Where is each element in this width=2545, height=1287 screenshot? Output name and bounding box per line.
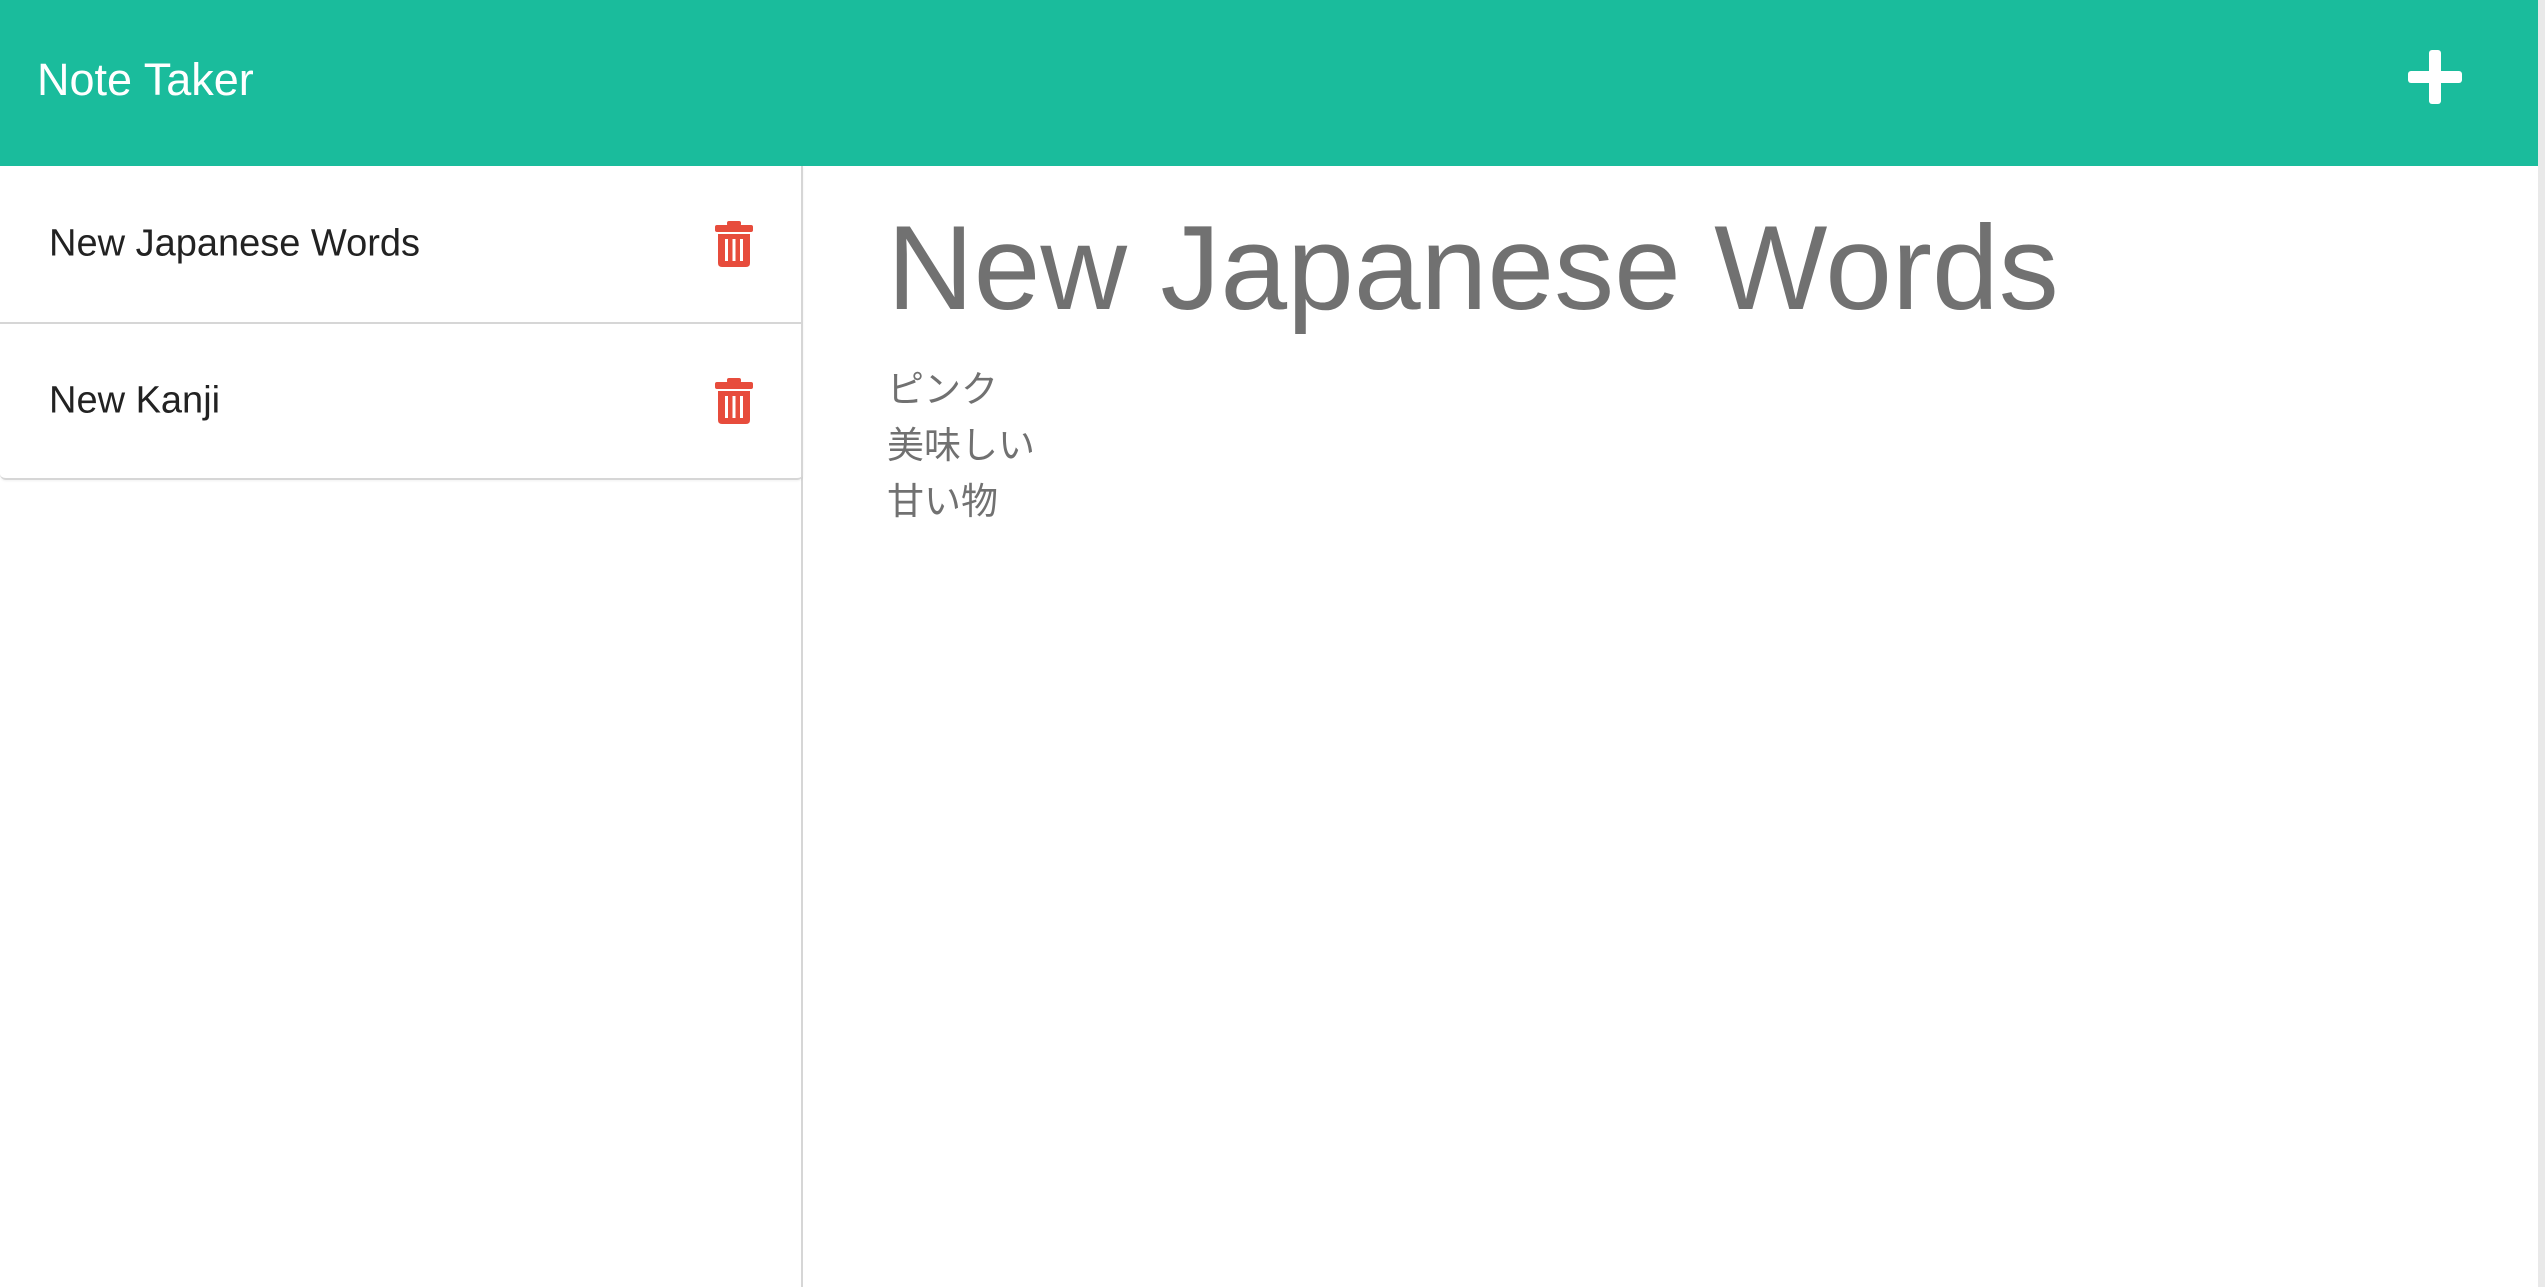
note-list-item-title: New Japanese Words — [49, 222, 421, 265]
note-title: New Japanese Words — [887, 201, 2059, 335]
note-list: New Japanese Words New Kanji — [0, 166, 803, 480]
delete-note-button[interactable] — [714, 221, 754, 267]
note-list-item-title: New Kanji — [49, 379, 221, 422]
note-list-item[interactable]: New Kanji — [0, 322, 803, 478]
note-body-line: 美味しい — [887, 425, 1035, 466]
note-body-line: ピンク — [887, 369, 998, 410]
new-note-button[interactable] — [2400, 42, 2470, 112]
sidebar: New Japanese Words New Kanji — [0, 166, 803, 1287]
delete-note-button[interactable] — [714, 378, 754, 424]
note-body: ピンク 美味しい 甘い物 — [887, 362, 2387, 530]
note-body-line: 甘い物 — [887, 481, 998, 522]
trash-icon — [715, 378, 753, 424]
note-view: New Japanese Words ピンク 美味しい 甘い物 — [805, 166, 2538, 1287]
page-scrollbar[interactable] — [2538, 0, 2545, 1287]
navbar: Note Taker — [0, 0, 2538, 166]
trash-icon — [715, 221, 753, 267]
plus-icon — [2408, 50, 2462, 104]
note-list-item[interactable]: New Japanese Words — [0, 166, 803, 322]
brand-link[interactable]: Note Taker — [37, 50, 254, 110]
